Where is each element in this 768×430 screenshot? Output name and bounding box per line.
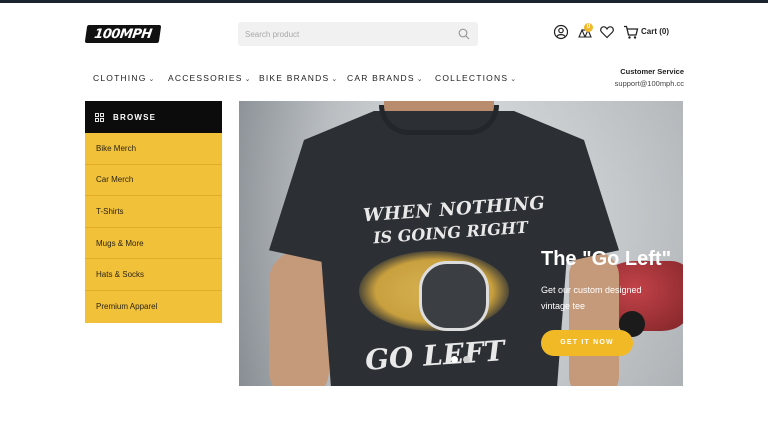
nav-label: CAR BRANDS bbox=[347, 73, 415, 83]
chevron-down-icon: ⌄ bbox=[510, 76, 518, 83]
account-icon[interactable] bbox=[553, 24, 569, 40]
nav-label: COLLECTIONS bbox=[435, 73, 509, 83]
cart-label[interactable]: Cart (0) bbox=[641, 27, 669, 36]
hero-title: The "Go Left" bbox=[541, 248, 672, 270]
slider-dots bbox=[451, 356, 470, 363]
search-icon[interactable] bbox=[458, 28, 470, 40]
nav-collections[interactable]: COLLECTIONS ⌄ bbox=[435, 73, 517, 83]
cart-icon[interactable] bbox=[623, 24, 639, 40]
browse-item-mugs-more[interactable]: Mugs & More bbox=[85, 228, 222, 260]
browse-item-bike-merch[interactable]: Bike Merch bbox=[85, 133, 222, 165]
tshirt-collar bbox=[379, 105, 499, 135]
compare-count-badge: 0 bbox=[584, 23, 593, 32]
nav-bike-brands[interactable]: BIKE BRANDS ⌄ bbox=[259, 73, 338, 83]
nav-accessories[interactable]: ACCESSORIES ⌄ bbox=[168, 73, 252, 83]
browse-item-t-shirts[interactable]: T-Shirts bbox=[85, 196, 222, 228]
top-strip bbox=[0, 0, 768, 3]
brand-logo[interactable]: 100MPH bbox=[84, 25, 162, 43]
chevron-down-icon: ⌄ bbox=[416, 76, 424, 83]
chevron-down-icon: ⌄ bbox=[331, 76, 339, 83]
get-it-now-button[interactable]: GET IT NOW bbox=[541, 330, 633, 356]
browse-title: BROWSE bbox=[113, 112, 157, 122]
model-left-arm bbox=[269, 251, 329, 386]
customer-service-title: Customer Service bbox=[620, 67, 684, 76]
customer-service-email[interactable]: support@100mph.cc bbox=[615, 79, 684, 88]
heart-icon[interactable] bbox=[599, 24, 615, 40]
grid-icon bbox=[95, 112, 104, 122]
browse-item-premium-apparel[interactable]: Premium Apparel bbox=[85, 291, 222, 323]
chevron-down-icon: ⌄ bbox=[148, 76, 156, 83]
hero-banner[interactable]: WHEN NOTHING IS GOING RIGHT GO LEFT The … bbox=[239, 101, 683, 386]
slider-dot-1[interactable] bbox=[451, 356, 458, 363]
model-right-arm bbox=[569, 251, 619, 386]
print-rider-graphic bbox=[419, 261, 489, 331]
search-bar bbox=[238, 22, 478, 46]
browse-item-hats-socks[interactable]: Hats & Socks bbox=[85, 259, 222, 291]
chevron-down-icon: ⌄ bbox=[244, 76, 252, 83]
browse-header[interactable]: BROWSE bbox=[85, 101, 222, 133]
nav-label: ACCESSORIES bbox=[168, 73, 243, 83]
nav-clothing[interactable]: CLOTHING ⌄ bbox=[93, 73, 156, 83]
customer-service: Customer Service support@100mph.cc bbox=[615, 67, 684, 88]
browse-menu: BROWSE Bike Merch Car Merch T-Shirts Mug… bbox=[85, 101, 222, 323]
slider-dot-2[interactable] bbox=[463, 356, 470, 363]
search-input[interactable] bbox=[238, 22, 450, 46]
nav-label: CLOTHING bbox=[93, 73, 147, 83]
hero-subtitle: Get our custom designed vintage tee bbox=[541, 285, 642, 311]
nav-label: BIKE BRANDS bbox=[259, 73, 330, 83]
browse-item-car-merch[interactable]: Car Merch bbox=[85, 165, 222, 197]
nav-car-brands[interactable]: CAR BRANDS ⌄ bbox=[347, 73, 424, 83]
